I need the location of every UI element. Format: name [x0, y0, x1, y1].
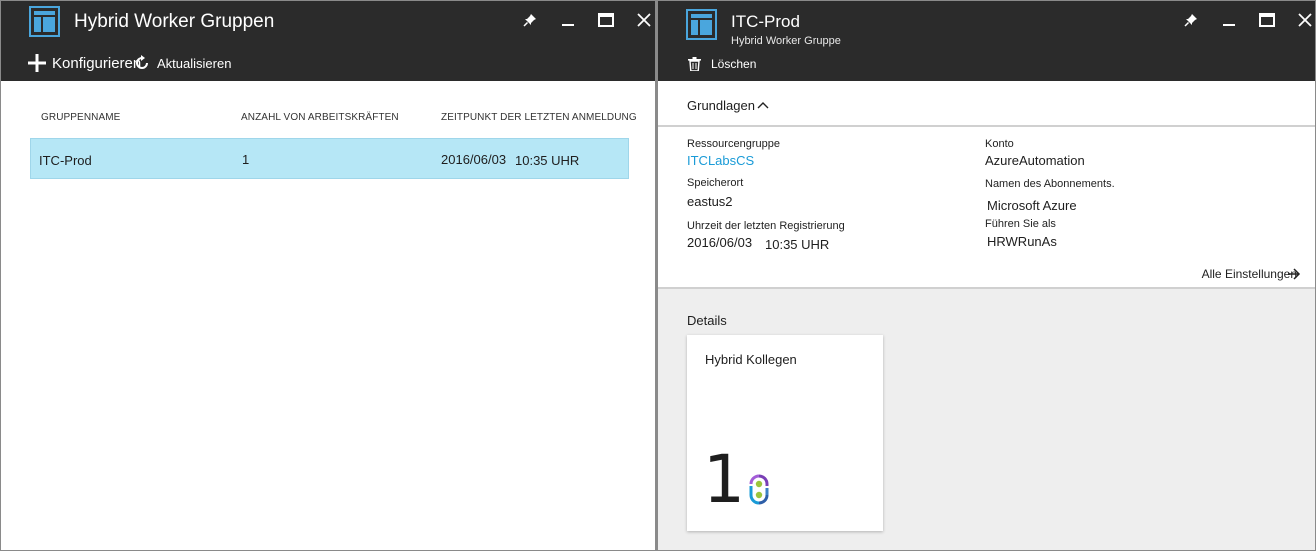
account-label: Konto: [985, 138, 1014, 150]
delete-label: Löschen: [711, 57, 757, 71]
configure-label: Konfigurieren: [52, 54, 142, 72]
minimize-icon: [562, 24, 574, 26]
location-value: eastus2: [687, 194, 733, 209]
essentials-divider: [658, 125, 1315, 127]
table-row[interactable]: ITC-Prod 1 2016/06/03 10:35 UHR: [30, 138, 629, 179]
last-registration-label: Uhrzeit der letzten Registrierung: [687, 220, 845, 232]
delete-button[interactable]: Löschen: [688, 57, 756, 71]
blade-hybrid-worker-groups: Hybrid Worker Gruppen Konfigurieren Aktu…: [0, 0, 656, 551]
close-icon: [637, 13, 651, 27]
close-button[interactable]: [625, 10, 655, 30]
all-settings-label: Alle Einstellungen: [1201, 267, 1297, 281]
minimize-button[interactable]: [549, 10, 587, 30]
pin-button[interactable]: [1172, 10, 1210, 30]
row-group-name: ITC-Prod: [39, 153, 92, 168]
blade-title: ITC-Prod: [731, 12, 800, 31]
subscription-label: Namen des Abonnements.: [985, 178, 1115, 190]
close-icon: [1298, 13, 1312, 27]
hybrid-workers-tile[interactable]: Hybrid Kollegen 1: [687, 335, 883, 531]
tile-count: 1: [703, 441, 745, 518]
refresh-icon: [136, 55, 148, 69]
pin-icon: [1184, 14, 1197, 27]
blade-itc-prod: ITC-Prod Hybrid Worker Gruppe Löschen Gr…: [656, 0, 1316, 551]
tile-title: Hybrid Kollegen: [705, 352, 797, 367]
run-as-label: Führen Sie als: [985, 218, 1056, 230]
minimize-icon: [1223, 24, 1235, 26]
hybrid-worker-icon: [749, 474, 769, 505]
column-header-group-name[interactable]: GRUPPENNAME: [41, 112, 120, 123]
location-label: Speicherort: [687, 177, 744, 189]
details-section: Details Hybrid Kollegen 1: [658, 289, 1315, 550]
blade-title: Hybrid Worker Gruppen: [74, 11, 275, 32]
trash-icon: [688, 57, 701, 71]
account-value: AzureAutomation: [985, 153, 1085, 168]
column-header-worker-count[interactable]: ANZAHL VON ARBEITSKRÄFTEN: [241, 112, 399, 123]
details-label: Details: [687, 313, 727, 328]
window-controls: [511, 10, 655, 30]
minimize-button[interactable]: [1210, 10, 1248, 30]
row-last-seen-time: 10:35 UHR: [515, 153, 580, 168]
column-header-last-seen[interactable]: ZEITPUNKT DER LETZTEN ANMELDUNG: [441, 112, 637, 123]
last-registration-date: 2016/06/03: [687, 235, 753, 250]
close-button[interactable]: [1286, 10, 1315, 30]
resource-group-label: Ressourcengruppe: [687, 138, 780, 150]
blade-header: Hybrid Worker Gruppen Konfigurieren Aktu…: [1, 1, 655, 81]
maximize-icon: [1259, 13, 1275, 27]
last-registration-time: 10:35 UHR: [765, 237, 830, 252]
run-as-value: HRWRunAs: [987, 234, 1057, 249]
row-last-seen-date: 2016/06/03: [441, 152, 507, 167]
plus-icon: [28, 54, 46, 72]
subscription-value: Microsoft Azure: [987, 198, 1077, 213]
refresh-label: Aktualisieren: [157, 55, 232, 71]
essentials-toggle[interactable]: Grundlagen: [687, 98, 769, 113]
row-worker-count: 1: [242, 152, 250, 167]
essentials-label: Grundlagen: [687, 98, 755, 113]
refresh-button[interactable]: Aktualisieren: [133, 54, 231, 72]
blade-header: ITC-Prod Hybrid Worker Gruppe Löschen: [658, 1, 1315, 81]
arrow-right-icon: [1288, 268, 1301, 280]
chevron-up-icon: [757, 102, 769, 109]
maximize-icon: [598, 13, 614, 27]
configure-button[interactable]: Konfigurieren: [28, 54, 141, 72]
blade-icon: [29, 6, 60, 37]
resource-group-link[interactable]: ITCLabsCS: [687, 153, 754, 168]
pin-icon: [523, 14, 536, 27]
blade-icon: [686, 9, 717, 40]
maximize-button[interactable]: [1248, 10, 1286, 30]
pin-button[interactable]: [511, 10, 549, 30]
maximize-button[interactable]: [587, 10, 625, 30]
all-settings-link[interactable]: Alle Einstellungen: [1202, 267, 1301, 281]
blade-subtitle: Hybrid Worker Gruppe: [731, 35, 841, 47]
window-controls: [1172, 10, 1315, 30]
